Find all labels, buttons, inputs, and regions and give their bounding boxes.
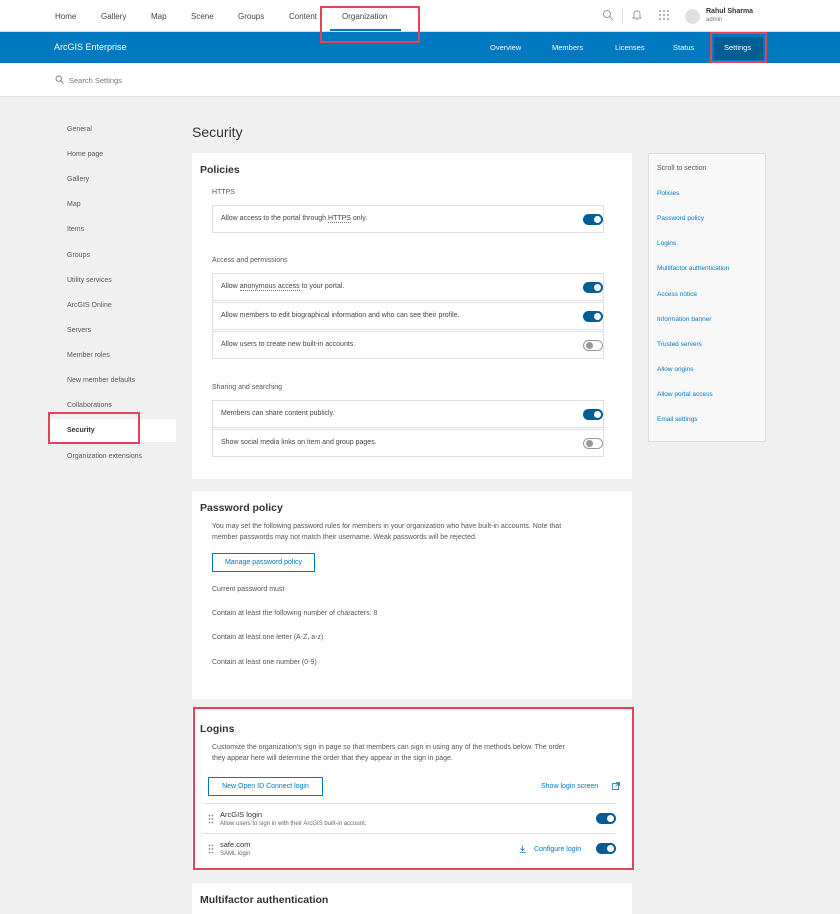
password-rule: Contain at least one letter (A-Z, a-z) (212, 634, 324, 641)
divider (622, 8, 623, 24)
share-public-row: Members can share content publicly. (212, 400, 604, 428)
sidebar-item-general[interactable]: General (67, 126, 92, 133)
share-public-label: Members can share content publicly. (221, 410, 335, 417)
sidebar-item-map[interactable]: Map (67, 201, 81, 208)
access-label: Access and permissions (212, 257, 288, 264)
tab-content[interactable]: Content (289, 12, 317, 21)
user-name[interactable]: Rahul Sharma (706, 8, 753, 15)
manage-password-policy-button[interactable]: Manage password policy (212, 553, 315, 572)
current-password-label: Current password must (212, 586, 285, 593)
highlight-box-settings (710, 32, 767, 63)
password-rule: Contain at least one number (0-9) (212, 659, 317, 666)
tab-home[interactable]: Home (55, 12, 76, 21)
highlight-box-organization (320, 6, 420, 43)
social-links-row: Show social media links on item and grou… (212, 429, 604, 457)
scroll-link-mfa[interactable]: Multifactor authentication (657, 265, 729, 272)
sidebar-item-home-page[interactable]: Home page (67, 151, 103, 158)
scroll-link-logins[interactable]: Logins (657, 240, 676, 247)
edit-bio-row: Allow members to edit biographical infor… (212, 302, 604, 330)
search-icon (55, 75, 64, 84)
mfa-card: Multifactor authentication (192, 883, 632, 914)
policies-title: Policies (200, 164, 240, 176)
highlight-box-security (48, 412, 140, 444)
social-links-label: Show social media links on item and grou… (221, 439, 377, 446)
https-row: Allow access to the portal through HTTPS… (212, 205, 604, 233)
anonymous-access-toggle[interactable] (583, 282, 603, 293)
search-input[interactable]: Search Settings (69, 76, 122, 85)
magnifier-icon[interactable] (601, 9, 615, 23)
nav-licenses[interactable]: Licenses (615, 43, 645, 52)
sidebar-item-items[interactable]: Items (67, 226, 84, 233)
scroll-link-access-notice[interactable]: Access notice (657, 291, 697, 298)
scroll-to-section-panel: Scroll to section Policies Password poli… (648, 153, 766, 442)
password-desc-line2: member passwords may not match their use… (212, 534, 477, 541)
grid-icon[interactable] (657, 9, 671, 23)
highlight-box-logins (193, 707, 634, 870)
sidebar-item-gallery[interactable]: Gallery (67, 176, 89, 183)
password-policy-card: Password policy You may set the followin… (192, 491, 632, 699)
sidebar-item-servers[interactable]: Servers (67, 327, 91, 334)
edit-bio-label: Allow members to edit biographical infor… (221, 312, 460, 319)
policies-card: Policies HTTPS Allow access to the porta… (192, 153, 632, 479)
tab-scene[interactable]: Scene (191, 12, 214, 21)
sidebar-item-organization-extensions[interactable]: Organization extensions (67, 453, 142, 460)
mfa-title: Multifactor authentication (200, 894, 329, 906)
scroll-link-information-banner[interactable]: Information banner (657, 316, 712, 323)
sidebar-item-arcgis-online[interactable]: ArcGIS Online (67, 302, 112, 309)
scroll-link-allow-origins[interactable]: Allow origins (657, 366, 694, 373)
nav-members[interactable]: Members (552, 43, 583, 52)
anonymous-access-label: Allow anonymous access to your portal. (221, 283, 345, 291)
settings-search-bar: Search Settings (0, 63, 840, 97)
sidebar-item-new-member-defaults[interactable]: New member defaults (67, 377, 135, 384)
sidebar-item-collaborations[interactable]: Collaborations (67, 402, 112, 409)
page-title: Security (192, 124, 243, 140)
password-rule: Contain at least the following number of… (212, 610, 378, 617)
share-public-toggle[interactable] (583, 409, 603, 420)
tab-map[interactable]: Map (151, 12, 167, 21)
bell-icon[interactable] (630, 9, 644, 23)
user-role: admin (706, 17, 723, 23)
create-accounts-row: Allow users to create new built-in accou… (212, 331, 604, 359)
scroll-link-policies[interactable]: Policies (657, 190, 679, 197)
create-accounts-label: Allow users to create new built-in accou… (221, 341, 356, 348)
https-row-label: Allow access to the portal through HTTPS… (221, 215, 368, 223)
sidebar-item-member-roles[interactable]: Member roles (67, 352, 110, 359)
password-policy-title: Password policy (200, 502, 283, 514)
brand-title: ArcGIS Enterprise (54, 42, 127, 52)
sidebar-item-utility-services[interactable]: Utility services (67, 277, 112, 284)
scroll-link-trusted-servers[interactable]: Trusted servers (657, 341, 702, 348)
https-toggle[interactable] (583, 214, 603, 225)
nav-overview[interactable]: Overview (490, 43, 521, 52)
scroll-panel-heading: Scroll to section (657, 165, 707, 172)
nav-status[interactable]: Status (673, 43, 694, 52)
anonymous-access-row: Allow anonymous access to your portal. (212, 273, 604, 301)
avatar[interactable] (685, 9, 700, 24)
password-desc-line1: You may set the following password rules… (212, 523, 562, 530)
edit-bio-toggle[interactable] (583, 311, 603, 322)
tab-groups[interactable]: Groups (238, 12, 264, 21)
sharing-label: Sharing and searching (212, 384, 283, 391)
scroll-link-allow-portal-access[interactable]: Allow portal access (657, 391, 713, 398)
scroll-link-email-settings[interactable]: Email settings (657, 416, 697, 423)
sidebar-item-groups[interactable]: Groups (67, 252, 90, 259)
social-links-toggle[interactable] (583, 438, 603, 449)
scroll-link-password-policy[interactable]: Password policy (657, 215, 704, 222)
tab-gallery[interactable]: Gallery (101, 12, 126, 21)
https-label: HTTPS (212, 189, 235, 196)
create-accounts-toggle[interactable] (583, 340, 603, 351)
top-navigation: Home Gallery Map Scene Groups Content Or… (0, 0, 840, 32)
